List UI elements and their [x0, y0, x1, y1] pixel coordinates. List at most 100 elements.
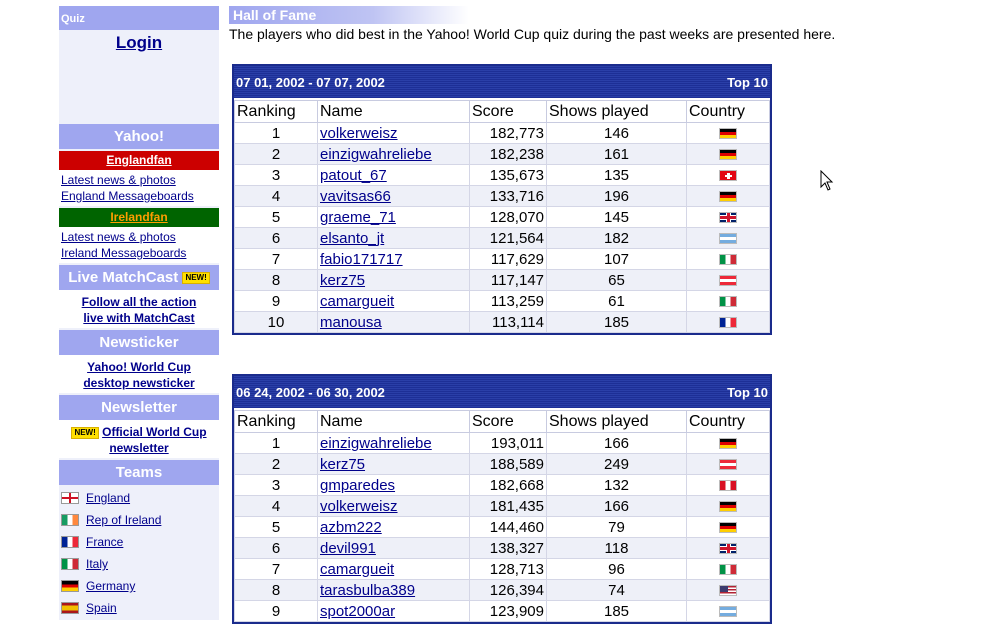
score-cell: 193,011	[469, 432, 547, 454]
it-flag-icon	[719, 296, 737, 308]
column-header: Score	[469, 410, 547, 433]
score-cell: 128,070	[469, 206, 547, 228]
newsletter-header: Newsletter	[59, 395, 219, 420]
team-item[interactable]: Spain	[59, 597, 219, 619]
shows-played-cell: 196	[546, 185, 687, 207]
newsletter-link-line-1: Official World Cup	[102, 425, 207, 439]
player-link[interactable]: devil991	[320, 540, 376, 557]
column-header: Name	[317, 100, 470, 123]
team-item[interactable]: France	[59, 531, 219, 553]
player-link[interactable]: gmparedes	[320, 477, 395, 494]
team-link[interactable]: England	[86, 491, 130, 505]
player-link[interactable]: tarasbulba389	[320, 582, 415, 599]
score-cell: 128,713	[469, 558, 547, 580]
rank-cell: 4	[234, 495, 318, 517]
score-cell: 123,909	[469, 600, 547, 622]
team-item[interactable]: Germany	[59, 575, 219, 597]
name-cell: patout_67	[317, 164, 470, 186]
rank-cell: 4	[234, 185, 318, 207]
column-header: Country	[686, 410, 770, 433]
player-link[interactable]: spot2000ar	[320, 603, 395, 620]
at-flag-icon	[719, 275, 737, 287]
score-cell: 133,716	[469, 185, 547, 207]
team-link[interactable]: Italy	[86, 557, 108, 571]
score-cell: 138,327	[469, 537, 547, 559]
country-cell	[686, 311, 770, 333]
team-link[interactable]: Germany	[86, 579, 135, 593]
player-link[interactable]: camargueit	[320, 293, 394, 310]
player-link[interactable]: camargueit	[320, 561, 394, 578]
player-link[interactable]: elsanto_jt	[320, 230, 384, 247]
rank-cell: 3	[234, 474, 318, 496]
player-link[interactable]: vavitsas66	[320, 188, 391, 205]
fr-flag-icon	[61, 536, 79, 548]
player-link[interactable]: fabio171717	[320, 251, 403, 268]
player-link[interactable]: graeme_71	[320, 209, 396, 226]
player-link[interactable]: patout_67	[320, 167, 387, 184]
country-cell	[686, 495, 770, 517]
de-flag-icon	[719, 149, 737, 161]
shows-played-cell: 145	[546, 206, 687, 228]
ireland-news-link[interactable]: Latest news & photos	[59, 229, 219, 245]
column-header: Country	[686, 100, 770, 123]
ranking-table-week-1: 07 01, 2002 - 07 07, 2002 Top 10 Ranking Na…	[232, 64, 772, 335]
matchcast-header-label: Live MatchCast	[68, 269, 179, 286]
name-cell: graeme_71	[317, 206, 470, 228]
ranking-table: Ranking Name Score Shows played Country 1 einz…	[234, 410, 770, 622]
player-link[interactable]: einzigwahreliebe	[320, 435, 432, 452]
shows-played-cell: 79	[546, 516, 687, 538]
england-news-link[interactable]: Latest news & photos	[59, 172, 219, 188]
team-item[interactable]: Rep of Ireland	[59, 509, 219, 531]
player-link[interactable]: manousa	[320, 314, 382, 331]
team-item[interactable]: England	[59, 487, 219, 509]
table-row: 1 volkerweisz 182,773 146	[234, 122, 770, 144]
matchcast-link-line-1: Follow all the action	[81, 295, 197, 309]
newsletter-new-badge-icon: NEW!	[71, 426, 99, 439]
name-cell: volkerweisz	[317, 495, 470, 517]
england-messageboards-link[interactable]: England Messageboards	[59, 188, 219, 204]
login-link[interactable]: Login	[59, 33, 219, 53]
name-cell: camargueit	[317, 290, 470, 312]
table-row: 8 kerz75 117,147 65	[234, 269, 770, 291]
england-links: Latest news & photos England Messageboar…	[59, 170, 219, 206]
ireland-links: Latest news & photos Ireland Messageboar…	[59, 227, 219, 263]
player-link[interactable]: kerz75	[320, 272, 365, 289]
it-flag-icon	[61, 558, 79, 570]
player-link[interactable]: kerz75	[320, 456, 365, 473]
score-cell: 182,238	[469, 143, 547, 165]
quiz-header: Quiz	[59, 6, 219, 30]
table-row: 2 einzigwahreliebe 182,238 161	[234, 143, 770, 165]
fr-flag-icon	[719, 317, 737, 329]
rank-cell: 1	[234, 122, 318, 144]
newsticker-link[interactable]: Yahoo! World Cup desktop newsticker	[83, 360, 194, 390]
score-cell: 181,435	[469, 495, 547, 517]
player-link[interactable]: azbm222	[320, 519, 382, 536]
ranking-table: Ranking Name Score Shows played Country 1 volk…	[234, 100, 770, 333]
team-link[interactable]: Rep of Ireland	[86, 513, 161, 527]
shows-played-cell: 185	[546, 600, 687, 622]
newsletter-link-line-2: newsletter	[109, 441, 169, 455]
team-link[interactable]: Spain	[86, 601, 117, 615]
rank-cell: 9	[234, 600, 318, 622]
table-row: 4 vavitsas66 133,716 196	[234, 185, 770, 207]
player-link[interactable]: einzigwahreliebe	[320, 146, 432, 163]
irelandfan-link[interactable]: Irelandfan	[59, 208, 219, 227]
ireland-messageboards-link[interactable]: Ireland Messageboards	[59, 245, 219, 261]
team-link[interactable]: France	[86, 535, 123, 549]
at-flag-icon	[719, 459, 737, 471]
ar-flag-icon	[719, 606, 737, 618]
table-row: 9 spot2000ar 123,909 185	[234, 600, 770, 622]
matchcast-link[interactable]: Follow all the action live with MatchCas…	[82, 295, 197, 325]
table-row: 5 graeme_71 128,070 145	[234, 206, 770, 228]
newsletter-link[interactable]: Official World Cup newsletter	[102, 425, 206, 455]
date-range: 06 24, 2002 - 06 30, 2002	[236, 384, 385, 400]
country-cell	[686, 164, 770, 186]
player-link[interactable]: volkerweisz	[320, 498, 398, 515]
shows-played-cell: 249	[546, 453, 687, 475]
englandfan-link[interactable]: Englandfan	[59, 151, 219, 170]
newsticker-link-line-1: Yahoo! World Cup	[87, 360, 191, 374]
team-item[interactable]: Italy	[59, 553, 219, 575]
rank-cell: 7	[234, 558, 318, 580]
player-link[interactable]: volkerweisz	[320, 125, 398, 142]
table-row: 3 gmparedes 182,668 132	[234, 474, 770, 496]
